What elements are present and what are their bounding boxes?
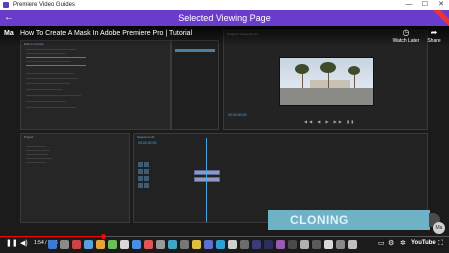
timeline-clip <box>194 177 220 182</box>
dock-app-icon[interactable] <box>336 239 345 249</box>
dock-app-icon[interactable] <box>72 239 81 249</box>
volume-icon[interactable]: ◀) <box>20 240 28 248</box>
dock-app-icon[interactable] <box>216 239 225 249</box>
dock-app-icon[interactable] <box>204 239 213 249</box>
clock-icon: ◷ <box>402 28 410 37</box>
channel-logo[interactable]: Ma <box>4 30 14 37</box>
timeline-clip <box>194 170 220 175</box>
dock-app-icon[interactable] <box>96 239 105 249</box>
dock-app-icon[interactable] <box>180 239 189 249</box>
dock-app-icon[interactable] <box>276 239 285 249</box>
avatar[interactable]: Ma <box>433 222 445 234</box>
fullscreen-icon[interactable]: ⛶ <box>438 240 443 248</box>
program-timecode: 00:00:00:00 <box>228 113 247 117</box>
maximize-button[interactable]: ☐ <box>417 0 433 10</box>
dock-app-icon[interactable] <box>252 239 261 249</box>
dock-app-icon[interactable] <box>144 239 153 249</box>
watch-later-button[interactable]: ◷ Watch Later <box>392 28 420 44</box>
project-tab: Project <box>24 135 34 139</box>
mac-dock <box>48 238 376 250</box>
youtube-logo[interactable]: YouTube <box>411 240 436 246</box>
dock-app-icon[interactable] <box>120 239 129 249</box>
back-arrow-icon[interactable]: ← <box>4 12 14 24</box>
progress-bar[interactable] <box>0 234 449 239</box>
share-button[interactable]: ➦ Share <box>420 28 448 44</box>
video-player[interactable]: Effect Controls Program: Sequence 01 00:… <box>0 26 449 253</box>
cloning-caption: CLONING <box>268 210 430 230</box>
minimize-button[interactable]: — <box>401 0 417 10</box>
dock-app-icon[interactable] <box>240 239 249 249</box>
settings-icon[interactable]: ⚙ <box>388 240 394 248</box>
captions-icon[interactable]: ▭ <box>378 240 385 248</box>
page-title: Selected Viewing Page <box>178 13 271 23</box>
app-icon <box>3 2 9 8</box>
window-title: Premiere Video Guides <box>13 2 75 8</box>
corner-ribbon <box>433 10 449 26</box>
gear-icon[interactable]: ✲ <box>400 240 406 248</box>
app-header: ← Selected Viewing Page <box>0 10 449 26</box>
project-panel: Project <box>20 133 130 223</box>
dock-app-icon[interactable] <box>132 239 141 249</box>
dock-app-icon[interactable] <box>228 239 237 249</box>
timeline-timecode: 00:00:00:00 <box>138 141 157 145</box>
effect-timeline-panel <box>171 40 219 130</box>
share-icon: ➦ <box>430 28 438 37</box>
program-preview <box>279 57 374 106</box>
dock-app-icon[interactable] <box>192 239 201 249</box>
dock-app-icon[interactable] <box>288 239 297 249</box>
dock-app-icon[interactable] <box>264 239 273 249</box>
playhead <box>206 138 207 222</box>
window-controls: — ☐ ✕ <box>401 0 449 10</box>
dock-app-icon[interactable] <box>348 239 357 249</box>
dock-app-icon[interactable] <box>156 239 165 249</box>
watch-later-label: Watch Later <box>392 38 420 44</box>
dock-app-icon[interactable] <box>108 239 117 249</box>
close-button[interactable]: ✕ <box>433 0 449 10</box>
dock-app-icon[interactable] <box>312 239 321 249</box>
progress-played <box>0 236 104 237</box>
share-label: Share <box>427 38 441 44</box>
window-titlebar: Premiere Video Guides — ☐ ✕ <box>0 0 449 10</box>
dock-app-icon[interactable] <box>84 239 93 249</box>
dock-app-icon[interactable] <box>60 239 69 249</box>
pause-icon[interactable]: ❚❚ <box>6 240 18 248</box>
dock-app-icon[interactable] <box>324 239 333 249</box>
dock-app-icon[interactable] <box>48 239 57 249</box>
dock-app-icon[interactable] <box>168 239 177 249</box>
timeline-tab: Sequence 01 <box>137 135 155 139</box>
transport-controls: ◀◀ ◀ ▶ ▶▶ ▮▮ <box>304 119 356 124</box>
video-title[interactable]: How To Create A Mask In Adobe Premiere P… <box>20 30 192 37</box>
effect-controls-panel: Effect Controls <box>20 40 171 130</box>
dock-app-icon[interactable] <box>300 239 309 249</box>
